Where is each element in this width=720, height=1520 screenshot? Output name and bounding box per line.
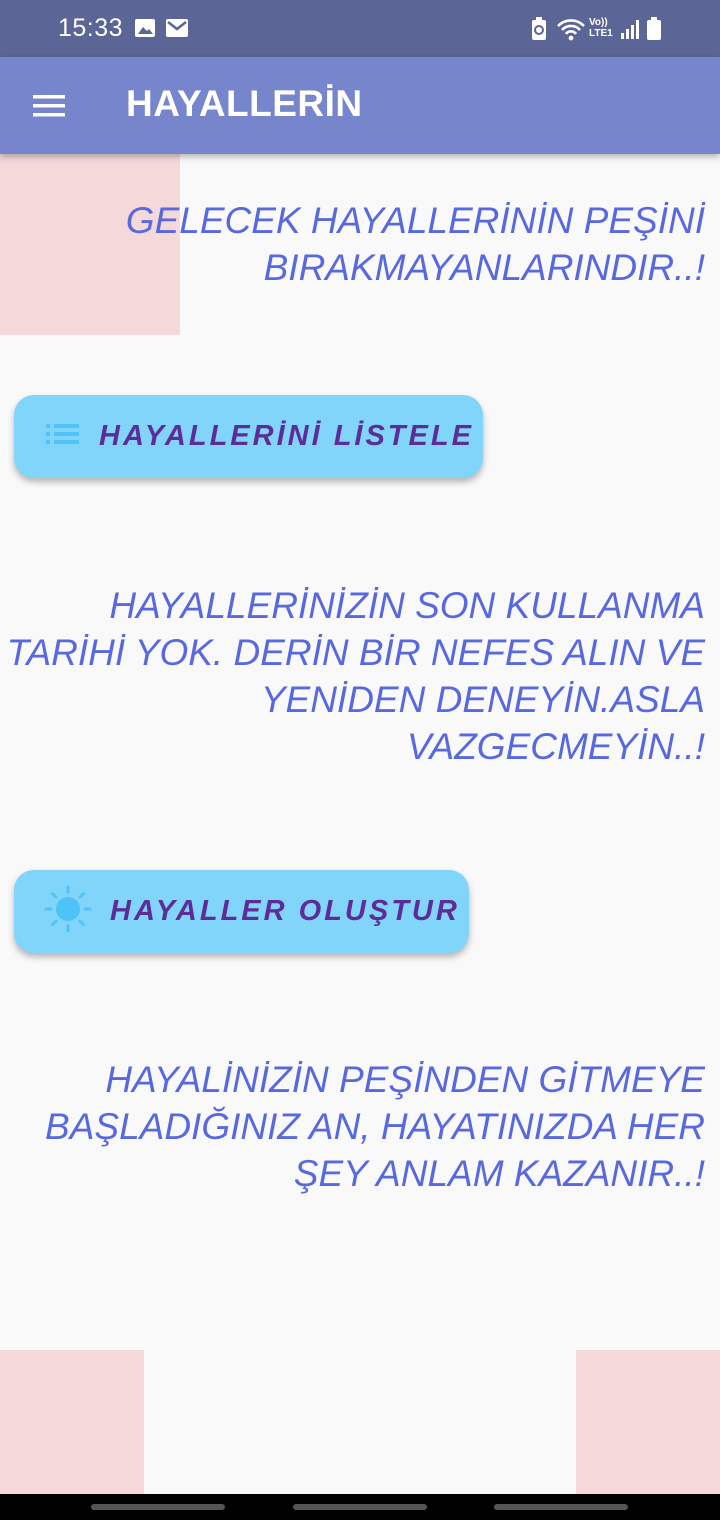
quote-2-line-4: VAZGECMEYİN..! xyxy=(406,726,705,767)
list-dreams-label: HAYALLERİNİ LİSTELE xyxy=(99,420,474,452)
create-dreams-label: HAYALLER OLUŞTUR xyxy=(110,895,460,927)
battery-saver-icon xyxy=(530,17,548,46)
mail-icon xyxy=(165,17,189,44)
wifi-icon xyxy=(556,17,586,46)
volte-icon: Vo)) LTE1 xyxy=(589,17,613,39)
nav-home-button[interactable] xyxy=(293,1504,427,1510)
system-navigation-bar xyxy=(0,1494,720,1520)
quote-2-line-3: YENİDEN DENEYİN.ASLA xyxy=(260,679,705,720)
quote-text-3: HAYALİNİZİN PEŞİNDEN GİTMEYE BAŞLADIĞINI… xyxy=(45,1056,705,1197)
quote-2-line-1: HAYALLERİNİZİN SON KULLANMA xyxy=(109,585,705,626)
quote-3-line-1: HAYALİNİZİN PEŞİNDEN GİTMEYE xyxy=(105,1059,705,1100)
quote-text-1: GELECEK HAYALLERİNİN PEŞİNİ BIRAKMAYANLA… xyxy=(126,197,705,291)
decorative-corner-bottom-right xyxy=(576,1350,720,1494)
network-sublabel: LTE1 xyxy=(589,28,613,39)
decorative-corner-bottom-left xyxy=(0,1350,144,1494)
status-bar: 15:33 Vo)) LTE1 xyxy=(0,0,720,57)
quote-text-2: HAYALLERİNİZİN SON KULLANMA TARİHİ YOK. … xyxy=(7,582,705,770)
quote-3-line-3: ŞEY ANLAM KAZANIR..! xyxy=(293,1153,705,1194)
image-icon xyxy=(134,17,156,44)
app-title: HAYALLERİN xyxy=(126,83,363,124)
quote-1-line-2: BIRAKMAYANLARINDIR..! xyxy=(263,247,705,288)
network-label: Vo)) xyxy=(589,17,608,28)
battery-icon xyxy=(646,17,662,46)
quote-3-line-2: BAŞLADIĞINIZ AN, HAYATINIZDA HER xyxy=(45,1106,705,1147)
app-bar: HAYALLERİN xyxy=(0,57,720,154)
nav-recents-button[interactable] xyxy=(91,1504,225,1510)
nav-back-button[interactable] xyxy=(494,1504,628,1510)
list-icon xyxy=(46,423,80,450)
quote-1-line-1: GELECEK HAYALLERİNİN PEŞİNİ xyxy=(125,200,705,241)
sun-icon xyxy=(44,885,92,938)
quote-2-line-2: TARİHİ YOK. DERİN BİR NEFES ALIN VE xyxy=(6,632,705,673)
create-dreams-button[interactable]: HAYALLER OLUŞTUR xyxy=(14,870,469,953)
list-dreams-button[interactable]: HAYALLERİNİ LİSTELE xyxy=(14,395,483,478)
signal-icon xyxy=(620,17,640,46)
status-time: 15:33 xyxy=(58,14,124,42)
hamburger-menu-icon[interactable] xyxy=(22,83,76,129)
